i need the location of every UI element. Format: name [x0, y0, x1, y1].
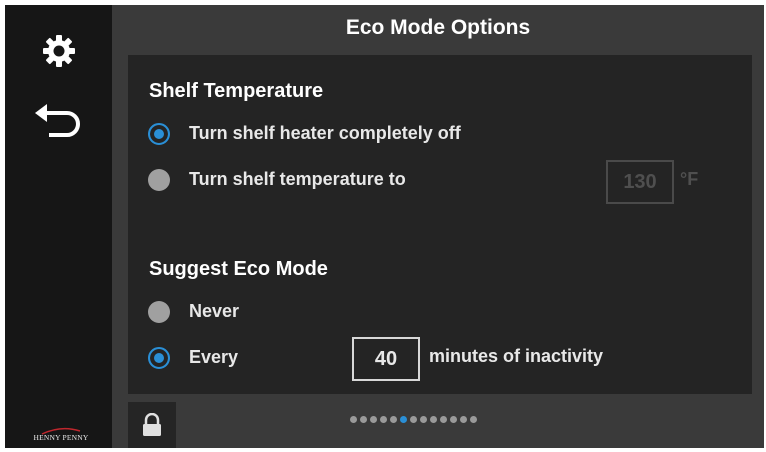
minutes-input[interactable]: 40 [352, 337, 420, 381]
page-dot[interactable] [390, 416, 397, 423]
radio-every[interactable] [148, 347, 170, 369]
page-dot[interactable] [420, 416, 427, 423]
page-dot[interactable] [370, 416, 377, 423]
main-area: Eco Mode Options Shelf Temperature Turn … [112, 5, 764, 448]
page-dot[interactable] [350, 416, 357, 423]
page-dot[interactable] [470, 416, 477, 423]
temperature-input[interactable]: 130 [606, 160, 674, 204]
page-dot[interactable] [360, 416, 367, 423]
henny-penny-logo: HENNY PENNY [15, 427, 107, 447]
page-indicator [350, 416, 477, 423]
logo-text: HENNY PENNY [33, 433, 89, 442]
lock-button[interactable] [128, 402, 176, 448]
radio-heater-off[interactable] [148, 123, 170, 145]
page-dot[interactable] [460, 416, 467, 423]
page-dot[interactable] [440, 416, 447, 423]
shelf-temperature-heading: Shelf Temperature [149, 80, 324, 102]
radio-shelf-temperature[interactable] [148, 169, 170, 191]
page-dot[interactable] [410, 416, 417, 423]
options-panel: Shelf Temperature Turn shelf heater comp… [128, 55, 752, 394]
page-dot[interactable] [380, 416, 387, 423]
page-dot[interactable] [430, 416, 437, 423]
radio-never[interactable] [148, 301, 170, 323]
lock-icon [143, 413, 161, 436]
bottom-bar [112, 394, 764, 448]
page-title: Eco Mode Options [345, 16, 531, 39]
suggest-eco-mode-heading: Suggest Eco Mode [149, 258, 328, 280]
sidebar: HENNY PENNY [5, 5, 112, 448]
page-dot-active[interactable] [400, 416, 407, 423]
back-arrow-icon [34, 104, 80, 137]
option-shelf-temperature-label[interactable]: Turn shelf temperature to [189, 169, 406, 190]
option-heater-off-label[interactable]: Turn shelf heater completely off [189, 123, 461, 144]
back-button[interactable] [5, 99, 112, 143]
settings-button[interactable] [5, 31, 112, 71]
gear-icon [42, 35, 75, 67]
page-dot[interactable] [450, 416, 457, 423]
temperature-unit: °F [680, 169, 699, 189]
option-never-label[interactable]: Never [189, 301, 239, 322]
option-every-label[interactable]: Every [189, 347, 238, 368]
minutes-label: minutes of inactivity [429, 346, 604, 366]
